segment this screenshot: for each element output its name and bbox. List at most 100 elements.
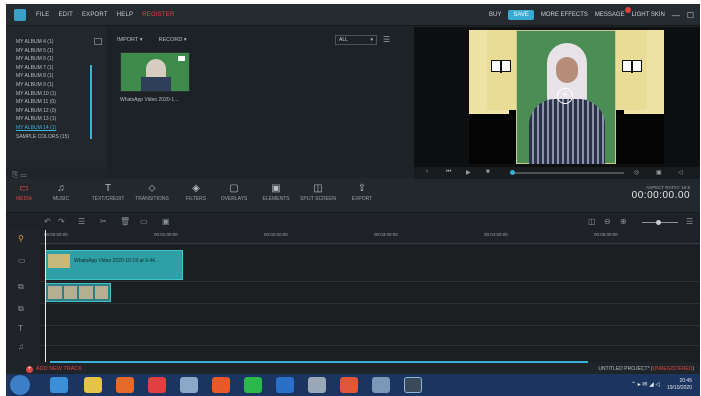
timeline-scrollbar[interactable] (50, 361, 588, 363)
album-item[interactable]: MY ALBUM 14 (1) (16, 125, 56, 131)
album-item[interactable]: MY ALBUM 4 (1) (16, 39, 53, 45)
redo-icon[interactable]: ↷ (58, 217, 65, 226)
add-track-button[interactable]: + ADD NEW TRACK (26, 366, 82, 373)
media-player-icon[interactable] (116, 377, 134, 393)
filter-select[interactable]: ALL ▾ (335, 35, 377, 45)
album-item[interactable]: MY ALBUM 5 (1) (16, 48, 53, 54)
presentation-icon[interactable] (340, 377, 358, 393)
system-tray-icons[interactable]: ⌃ ▸ ✉ ◢ ◁ (631, 381, 660, 388)
tool-tab-export[interactable]: ⇪ EXPORT (342, 182, 382, 202)
save-button[interactable]: SAVE (508, 10, 534, 20)
adjust-icon[interactable]: ☰ (78, 217, 85, 226)
import-dropdown[interactable]: IMPORT ▾ (117, 37, 143, 43)
album-item[interactable]: MY ALBUM 10 (1) (16, 91, 56, 97)
stop-icon[interactable]: ■ (486, 169, 490, 175)
media-thumbnail[interactable] (120, 52, 190, 92)
record-dropdown[interactable]: RECORD ▾ (159, 37, 187, 43)
cut-icon[interactable]: ✂ (100, 217, 107, 226)
minimize-icon[interactable]: — (672, 11, 680, 20)
chrome-icon[interactable] (148, 377, 166, 393)
album-item[interactable]: SAMPLE COLORS (15) (16, 134, 69, 140)
play-overlay-icon[interactable]: + (557, 88, 573, 104)
tool-tab-text-credit[interactable]: T TEXT/CREDIT (88, 182, 128, 202)
menu-help[interactable]: HELP (117, 12, 133, 18)
list-view-icon[interactable]: ☰ (383, 35, 390, 44)
zoom-icon[interactable] (276, 377, 294, 393)
spotify-icon[interactable] (244, 377, 262, 393)
add-folder-icon[interactable]: ⎘ (12, 170, 18, 179)
project-name: UNTITLED PROJECT* (UNREGISTERED) (598, 366, 694, 372)
track-pip-icon[interactable]: ⧉ (18, 282, 24, 292)
collapse-panel-icon[interactable] (94, 38, 102, 45)
camera-icon[interactable]: ▣ (656, 169, 662, 176)
tool-tab-overlays[interactable]: ▢ OVERLAYS (214, 182, 254, 202)
album-item[interactable]: MY ALBUM 6 (1) (16, 56, 53, 62)
track-text-icon[interactable]: T (18, 324, 23, 333)
more-effects-button[interactable]: MORE EFFECTS (541, 12, 588, 18)
track-audio-icon[interactable]: ♫ (18, 342, 24, 351)
prev-frame-icon[interactable]: ‹ (426, 169, 428, 175)
zoom-slider-knob[interactable] (656, 220, 661, 225)
tool-tab-elements[interactable]: ▣ ELEMENTS (256, 182, 296, 202)
ruler-tick: 00:00:00:00 (44, 232, 68, 237)
playhead[interactable] (45, 230, 46, 362)
light-skin-button[interactable]: LIGHT SKIN (632, 12, 665, 18)
track-divider (40, 303, 700, 304)
track-pip2-icon[interactable]: ⧉ (18, 304, 24, 314)
register-link[interactable]: REGISTER (142, 12, 174, 18)
tool-tab-filters[interactable]: ◈ FILTERS (176, 182, 216, 202)
menu-file[interactable]: FILE (36, 12, 49, 18)
album-item[interactable]: MY ALBUM 11 (0) (16, 99, 56, 105)
album-item[interactable]: MY ALBUM 8 (1) (16, 73, 53, 79)
timeline-clip-video[interactable] (45, 283, 111, 302)
tool-tab-transitions[interactable]: ⬦ TRANSITIONS (132, 182, 172, 202)
undo-icon[interactable]: ↶ (44, 217, 51, 226)
network-icon[interactable] (308, 377, 326, 393)
overlay-video[interactable]: + (516, 30, 616, 164)
timeline-menu-icon[interactable]: ☰ (686, 217, 693, 226)
explorer-icon[interactable] (84, 377, 102, 393)
tools-icon[interactable] (372, 377, 390, 393)
zoom-out-icon[interactable]: ⊖ (604, 217, 611, 226)
track-video-icon[interactable]: ▭ (18, 256, 26, 265)
preview-scrubber[interactable] (514, 172, 624, 174)
firefox-icon[interactable] (212, 377, 230, 393)
zoom-in-icon[interactable]: ⊕ (620, 217, 627, 226)
album-item[interactable]: MY ALBUM 12 (0) (16, 108, 56, 114)
track-divider (40, 345, 700, 346)
render-icon[interactable]: ◫ (588, 217, 596, 226)
photos-icon[interactable] (180, 377, 198, 393)
add-track-label: ADD NEW TRACK (36, 366, 83, 372)
filmora-taskbar-icon[interactable] (404, 377, 422, 393)
clip-frame (94, 286, 108, 299)
play-icon[interactable]: ▶ (466, 169, 471, 176)
timeline-clip-overlay[interactable]: WhatsApp Video 2020-10-19 at 9.44... (45, 250, 183, 280)
album-item[interactable]: MY ALBUM 9 (1) (16, 82, 53, 88)
tool-tab-media[interactable]: ▭ MEDIA (6, 182, 44, 202)
delete-icon[interactable]: 🗑 (120, 217, 130, 226)
message-button[interactable]: MESSAGE (595, 7, 631, 18)
rewind-icon[interactable]: ⏮ (446, 169, 451, 176)
menu-edit[interactable]: EDIT (58, 12, 72, 18)
album-item[interactable]: MY ALBUM 7 (1) (16, 65, 53, 71)
crop-icon[interactable]: ▭ (140, 217, 148, 226)
album-item[interactable]: MY ALBUM 13 (1) (16, 116, 56, 122)
tool-tab-split-screen[interactable]: ◫ SPLIT SCREEN (298, 182, 338, 202)
preview-frame[interactable]: + (469, 30, 664, 164)
timeline-ruler[interactable]: 00:00:00:00 00:01:00:00 00:02:00:00 00:0… (40, 230, 700, 244)
buy-button[interactable]: BUY (489, 12, 501, 18)
maximize-icon[interactable]: ☐ (687, 11, 694, 20)
start-button[interactable] (10, 375, 30, 395)
tool-tab-music[interactable]: ♫ MUSIC (41, 182, 81, 202)
album-scrollbar[interactable] (90, 65, 92, 139)
scrubber-knob[interactable] (510, 170, 515, 175)
folder-icon[interactable]: ▭ (21, 170, 27, 179)
volume-icon[interactable]: ◁ (678, 169, 683, 176)
clock[interactable]: 20:45 19/10/2020 (667, 378, 692, 392)
menu-export[interactable]: EXPORT (82, 12, 108, 18)
thumbnail-shirt (141, 77, 171, 91)
green-screen-icon[interactable]: ▣ (162, 217, 170, 226)
snapshot-icon[interactable]: ◎ (634, 169, 639, 176)
snap-icon[interactable]: ⚲ (18, 234, 24, 243)
ie-icon[interactable] (50, 377, 68, 393)
